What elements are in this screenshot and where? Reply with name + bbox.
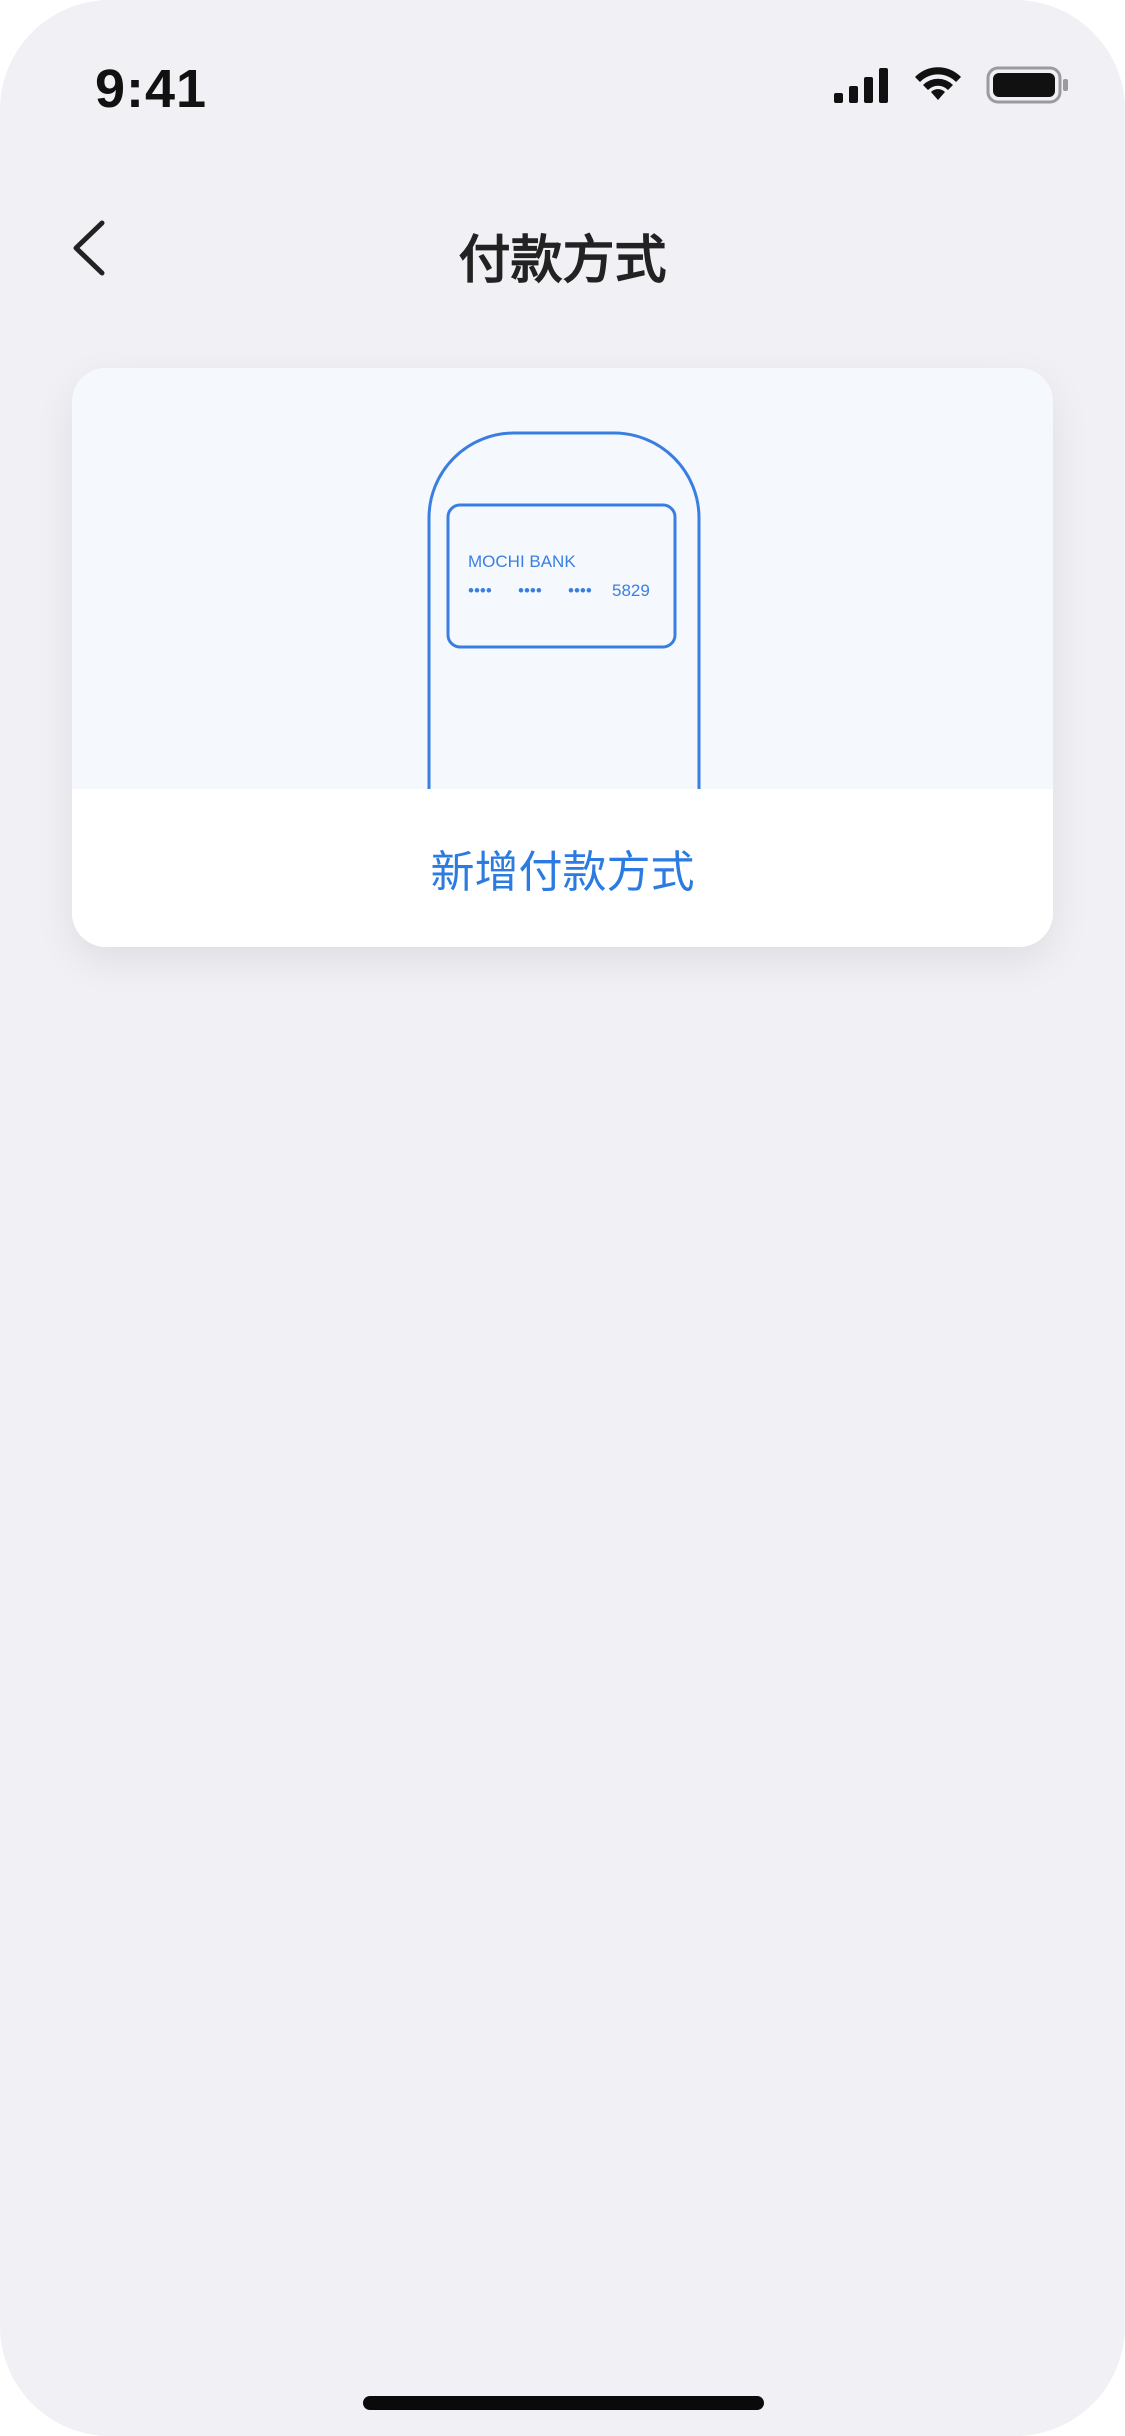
illustration-last-four: 5829 — [612, 581, 650, 600]
payment-method-card: MOCHI BANK •••• •••• •••• 5829 新增付款方式 — [72, 368, 1053, 947]
add-payment-method-button[interactable]: 新增付款方式 — [72, 789, 1053, 947]
phone-card-illustration: MOCHI BANK •••• •••• •••• 5829 — [72, 368, 1053, 789]
status-icons — [834, 62, 1070, 112]
app-screen: 9:41 付款方式 MOCHI BANK •••• •••• •••• 5829… — [0, 0, 1125, 2436]
home-indicator — [363, 2396, 764, 2410]
page-title: 付款方式 — [458, 231, 667, 291]
illustration-masked-group: •••• — [518, 581, 542, 600]
battery-icon — [986, 65, 1070, 109]
wifi-icon — [912, 66, 964, 108]
nav-bar: 付款方式 — [0, 190, 1125, 310]
illustration-masked-group: •••• — [468, 581, 492, 600]
status-time: 9:41 — [95, 59, 208, 119]
add-payment-method-label: 新增付款方式 — [430, 847, 695, 898]
status-bar: 9:41 — [0, 0, 1125, 150]
illustration-masked-group: •••• — [568, 581, 592, 600]
cellular-signal-icon — [834, 67, 890, 107]
illustration-bank-name: MOCHI BANK — [468, 552, 576, 571]
